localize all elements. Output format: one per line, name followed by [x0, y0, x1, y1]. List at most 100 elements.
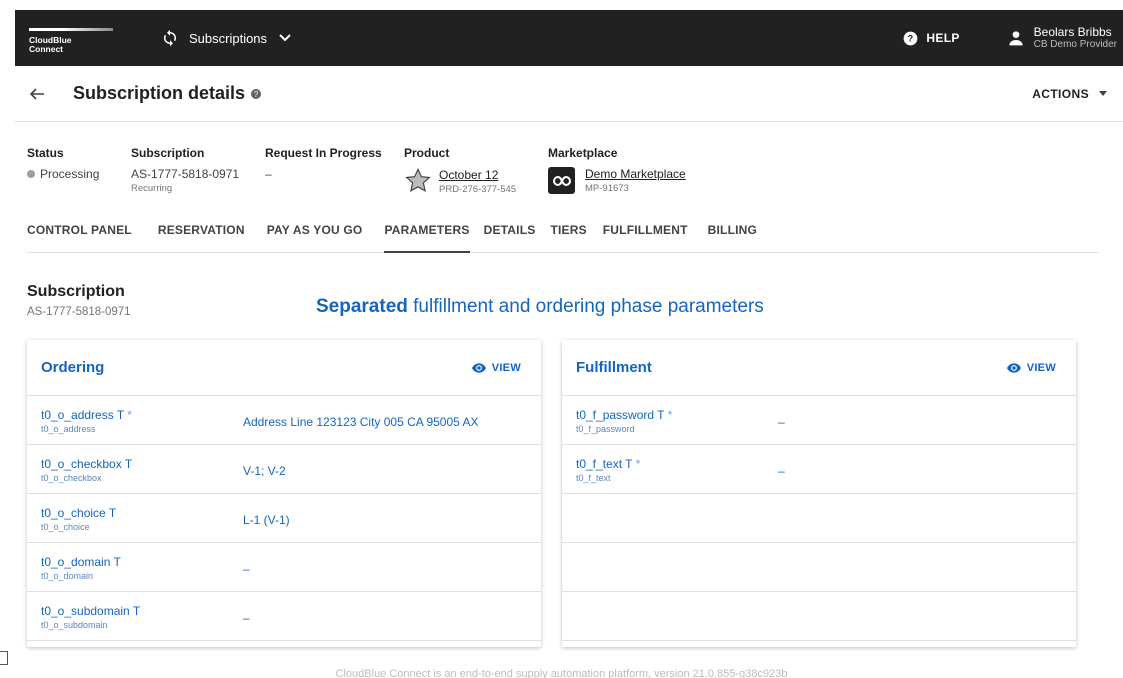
module-switcher[interactable]: Subscriptions — [161, 29, 291, 47]
subscriptions-icon — [164, 29, 176, 47]
parameter-name: t0_o_domain T — [41, 555, 121, 569]
parameter-id: t0_o_checkbox — [41, 473, 102, 483]
footer-text: CloudBlue Connect is an end-to-end suppl… — [335, 668, 788, 678]
user-menu[interactable]: Beolars Bribbs CB Demo Provider — [1008, 25, 1117, 51]
required-marker: * — [127, 408, 132, 422]
eye-icon — [1006, 362, 1021, 373]
status-dot-icon — [27, 170, 35, 178]
parameter-row: t0_o_checkbox T t0_o_checkbox V-1; V-2 — [27, 445, 541, 494]
tab-reservation[interactable]: RESERVATION — [158, 223, 245, 253]
cloudblue-logo[interactable]: CloudBlue Connect — [29, 22, 113, 54]
tab-billing[interactable]: BILLING — [708, 223, 757, 253]
parameter-name: t0_o_subdomain T — [41, 604, 141, 618]
module-label: Subscriptions — [189, 30, 268, 46]
ordering-card: Ordering VIEW t0_o_address T * t0_o_addr… — [27, 340, 541, 647]
user-org: CB Demo Provider — [1033, 39, 1117, 50]
marketplace-label: Marketplace — [548, 146, 618, 160]
status-label: Status — [27, 146, 64, 160]
subscription-id: AS-1777-5818-0971 — [131, 167, 240, 181]
parameter-value: Address Line 123123 City 005 CA 95005 AX — [243, 415, 479, 429]
help-icon: ? — [904, 31, 918, 45]
tab-parameters[interactable]: PARAMETERS — [384, 223, 470, 253]
top-app-bar: CloudBlue Connect Subscriptions ? HELP B… — [15, 10, 1123, 66]
svg-text:?: ? — [908, 33, 914, 43]
product-link[interactable]: October 12 — [439, 168, 516, 182]
banner-text: Separated fulfillment and ordering phase… — [316, 296, 764, 318]
chevron-down-icon — [279, 34, 291, 42]
actions-label: ACTIONS — [1032, 86, 1089, 101]
parameter-id: t0_f_password — [576, 424, 635, 434]
parameter-id: t0_o_address — [41, 424, 96, 434]
subscription-label: Subscription — [131, 146, 205, 160]
window-edge-marker — [0, 651, 8, 665]
parameter-row: t0_o_choice T t0_o_choice L-1 (V-1) — [27, 494, 541, 543]
section-title: Subscription — [27, 283, 125, 300]
tab-bar: CONTROL PANEL RESERVATION PAY AS YOU GO … — [27, 223, 1099, 253]
request-label: Request In Progress — [265, 146, 382, 160]
parameter-value: – — [778, 464, 785, 478]
parameter-name: t0_f_text T * — [576, 457, 641, 471]
parameter-name: t0_o_choice T — [41, 506, 117, 520]
parameter-id: t0_f_text — [576, 473, 611, 483]
parameter-value: – — [243, 611, 250, 625]
subscription-type: Recurring — [131, 183, 173, 194]
subscription-field: Subscription AS-1777-5818-0971 Recurring — [131, 146, 239, 194]
caret-down-icon — [1099, 91, 1107, 96]
empty-row — [562, 592, 1076, 641]
product-star-icon — [405, 167, 431, 192]
product-id: PRD-276-377-545 — [439, 183, 517, 195]
tab-pay-as-you-go[interactable]: PAY AS YOU GO — [267, 223, 363, 253]
parameter-row: t0_o_domain T t0_o_domain – — [27, 543, 541, 592]
tab-tiers[interactable]: TIERS — [550, 223, 586, 253]
marketplace-id: MP-91673 — [585, 183, 629, 194]
parameter-value: – — [243, 562, 250, 576]
back-arrow-icon[interactable] — [29, 86, 45, 102]
tab-details[interactable]: DETAILS — [484, 223, 536, 253]
eye-icon — [471, 362, 486, 373]
fulfillment-card: Fulfillment VIEW t0_f_password T * t0_f_… — [562, 340, 1076, 647]
tab-control-panel[interactable]: CONTROL PANEL — [27, 223, 132, 253]
view-label: VIEW — [1026, 361, 1056, 374]
parameter-value: L-1 (V-1) — [243, 513, 290, 527]
marketplace-field: Marketplace Demo Marketplace MP-91673 — [548, 146, 686, 194]
parameter-row: t0_o_address T * t0_o_address Address Li… — [27, 396, 541, 445]
parameter-row: t0_f_text T * t0_f_text – — [562, 445, 1076, 494]
banner-rest: fulfillment and ordering phase parameter… — [413, 296, 764, 317]
parameter-id: t0_o_subdomain — [41, 620, 108, 630]
ordering-view-button[interactable]: VIEW — [471, 361, 521, 374]
required-marker: * — [667, 408, 673, 422]
tab-fulfillment[interactable]: FULFILLMENT — [603, 223, 688, 253]
status-value: Processing — [40, 167, 100, 181]
parameter-row: t0_f_password T * t0_f_password – — [562, 396, 1076, 445]
request-value: – — [265, 167, 272, 181]
parameter-row: t0_o_subdomain T t0_o_subdomain – — [27, 592, 541, 641]
page-title: Subscription details — [73, 83, 246, 103]
actions-menu-button[interactable]: ACTIONS — [1032, 87, 1107, 101]
svg-text:?: ? — [254, 90, 259, 99]
status-field: Status Processing — [27, 146, 99, 181]
fulfillment-title: Fulfillment — [576, 359, 652, 376]
page-header: Subscription details ? ACTIONS — [15, 66, 1123, 122]
view-label: VIEW — [491, 361, 521, 374]
parameter-id: t0_o_domain — [41, 571, 94, 581]
account-icon — [1008, 31, 1023, 46]
user-name: Beolars Bribbs — [1033, 25, 1112, 39]
help-button[interactable]: ? HELP — [903, 31, 959, 46]
empty-row — [562, 494, 1076, 543]
ordering-title: Ordering — [41, 359, 105, 376]
marketplace-link[interactable]: Demo Marketplace — [585, 167, 686, 181]
parameter-value: – — [778, 415, 785, 429]
help-label: HELP — [926, 31, 960, 45]
parameter-name: t0_o_checkbox T — [41, 457, 133, 471]
marketplace-infinity-icon — [548, 167, 575, 194]
fulfillment-view-button[interactable]: VIEW — [1006, 361, 1056, 374]
parameter-value: V-1; V-2 — [243, 464, 286, 478]
empty-row — [562, 543, 1076, 592]
product-field: Product October 12 PRD-276-377-545 — [404, 146, 516, 195]
required-marker: * — [635, 457, 641, 471]
parameter-name: t0_f_password T * — [576, 408, 673, 422]
product-label: Product — [404, 146, 450, 160]
banner-bold: Separated — [316, 296, 408, 317]
info-icon[interactable]: ? — [251, 88, 262, 99]
parameter-id: t0_o_choice — [41, 522, 90, 532]
